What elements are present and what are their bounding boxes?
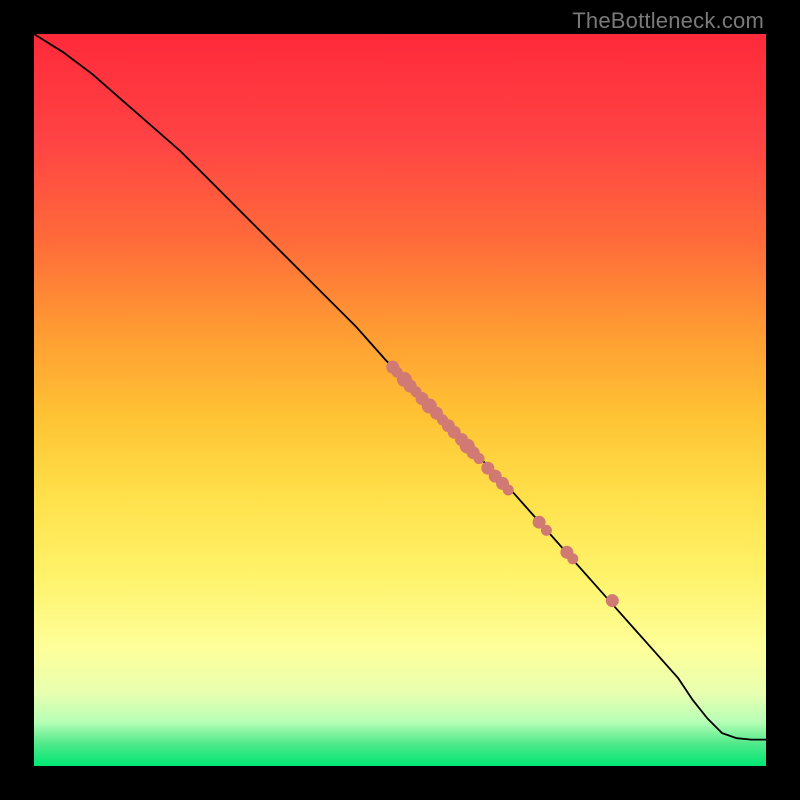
chart-overlay-svg — [34, 34, 766, 766]
main-curve — [34, 34, 766, 740]
watermark-text: TheBottleneck.com — [572, 8, 764, 34]
data-point — [568, 554, 578, 564]
data-point — [474, 454, 484, 464]
data-points-group — [387, 361, 619, 606]
data-point — [541, 525, 551, 535]
chart-stage: TheBottleneck.com — [0, 0, 800, 800]
data-point — [606, 595, 618, 607]
data-point — [503, 485, 513, 495]
